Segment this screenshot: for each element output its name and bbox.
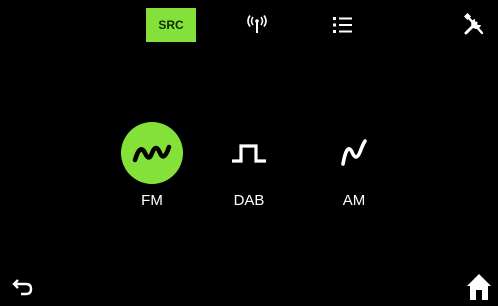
source-dab-icon-circle xyxy=(218,122,280,184)
tab-src-label: SRC xyxy=(158,18,184,32)
antenna-signal-icon xyxy=(247,15,267,33)
list-icon xyxy=(333,17,352,33)
fm-wave-icon xyxy=(132,144,172,163)
top-bar: SRC xyxy=(0,0,498,46)
source-fm-icon-circle xyxy=(121,122,183,184)
tools-icon xyxy=(463,13,484,35)
back-arrow-icon xyxy=(12,279,33,296)
home-button[interactable] xyxy=(466,273,494,301)
am-wave-icon xyxy=(341,139,367,166)
tab-list[interactable] xyxy=(323,8,363,42)
tab-antenna[interactable] xyxy=(237,8,277,42)
source-fm[interactable]: FM xyxy=(117,122,187,209)
source-am-icon-circle xyxy=(323,122,385,184)
source-dab[interactable]: DAB xyxy=(214,122,284,209)
tab-src[interactable]: SRC xyxy=(146,8,196,42)
source-am-label: AM xyxy=(342,192,366,209)
source-fm-label: FM xyxy=(141,192,163,209)
dab-square-wave-icon xyxy=(232,144,266,163)
settings-button[interactable] xyxy=(454,8,496,42)
back-button[interactable] xyxy=(12,277,42,301)
home-icon xyxy=(467,274,491,300)
source-am[interactable]: AM xyxy=(319,122,389,209)
source-dab-label: DAB xyxy=(233,192,265,209)
